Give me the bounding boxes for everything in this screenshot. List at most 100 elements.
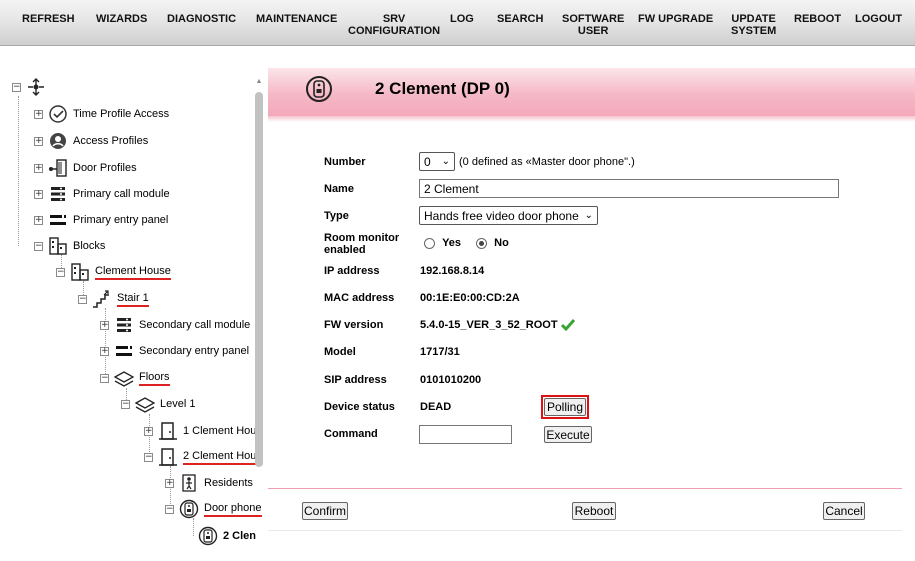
tree-item-door-profiles[interactable]: + Door Profiles xyxy=(34,158,137,178)
fw-value: 5.4.0-15_VER_3_52_ROOT xyxy=(420,319,558,331)
device-status-label: Device status xyxy=(324,401,395,413)
number-select[interactable]: 0 ⌄ xyxy=(419,152,455,171)
menu-wizards[interactable]: WIZARDS xyxy=(96,13,147,25)
tree-label: Clement House xyxy=(95,265,171,280)
tree-root[interactable]: − xyxy=(12,77,51,97)
expand-toggle-icon[interactable]: + xyxy=(165,478,174,488)
collapse-toggle-icon[interactable]: − xyxy=(34,241,43,251)
tree-scrollbar-thumb[interactable] xyxy=(255,92,263,467)
expand-toggle-icon[interactable]: + xyxy=(34,215,43,225)
reboot-button[interactable]: Reboot xyxy=(572,502,616,520)
tree-item-residents[interactable]: + Residents xyxy=(165,473,253,493)
execute-button[interactable]: Execute xyxy=(544,426,592,443)
tree-label: Floors xyxy=(139,371,170,386)
menu-update-line2: SYSTEM xyxy=(731,25,777,37)
menu-srv-configuration[interactable]: SRV CONFIGURATION xyxy=(348,13,440,37)
expand-toggle-icon[interactable]: + xyxy=(100,320,109,330)
fw-label: FW version xyxy=(324,319,384,331)
expand-toggle-icon[interactable]: + xyxy=(100,346,109,356)
number-label: Number xyxy=(324,156,366,168)
tree-item-access-profiles[interactable]: + Access Profiles xyxy=(34,131,148,151)
tree-label: 1 Clement Hous xyxy=(183,425,262,437)
radio-yes[interactable] xyxy=(424,237,435,249)
sip-label: SIP address xyxy=(324,374,387,386)
keypad-icon xyxy=(47,184,69,204)
menu-software-user[interactable]: SOFTWARE USER xyxy=(562,13,624,37)
command-input[interactable] xyxy=(419,425,512,444)
tree-item-primary-entry-panel[interactable]: + Primary entry panel xyxy=(34,210,168,230)
scroll-up-arrow-icon[interactable]: ▲ xyxy=(255,78,263,86)
tree-item-level[interactable]: − Level 1 xyxy=(121,394,195,414)
tree-label: Blocks xyxy=(73,240,106,252)
intercom-icon xyxy=(305,75,333,103)
expand-toggle-icon[interactable]: + xyxy=(34,189,43,199)
tree-item-clement-house[interactable]: − Clement House xyxy=(56,262,171,282)
expand-toggle-icon[interactable]: + xyxy=(34,163,43,173)
divider xyxy=(268,488,902,489)
menu-diagnostic[interactable]: DIAGNOSTIC xyxy=(167,13,236,25)
tree-item-blocks[interactable]: − Blocks xyxy=(34,236,105,256)
menu-maintenance[interactable]: MAINTENANCE xyxy=(256,13,337,25)
tree-item-clement-1[interactable]: + 1 Clement Hous xyxy=(144,421,262,441)
collapse-toggle-icon[interactable]: − xyxy=(144,452,153,462)
cancel-button[interactable]: Cancel xyxy=(823,502,865,520)
chevron-down-icon: ⌄ xyxy=(584,210,593,221)
menu-software-line2: USER xyxy=(577,25,609,37)
key-door-icon xyxy=(47,158,69,178)
collapse-toggle-icon[interactable]: − xyxy=(56,267,65,277)
tree-item-door-phone-selected[interactable]: 2 Clen xyxy=(197,526,256,546)
tree-item-clement-2[interactable]: − 2 Clement Hous xyxy=(144,447,262,467)
menu-search[interactable]: SEARCH xyxy=(497,13,543,25)
keypad-icon xyxy=(113,315,135,335)
menu-update-system[interactable]: UPDATE SYSTEM xyxy=(731,13,776,37)
confirm-button[interactable]: Confirm xyxy=(302,502,348,520)
type-select[interactable]: Hands free video door phone ⌄ xyxy=(419,206,598,225)
expand-toggle-icon[interactable]: + xyxy=(34,136,43,146)
menu-logout[interactable]: LOGOUT xyxy=(855,13,902,25)
tree-item-primary-call-module[interactable]: + Primary call module xyxy=(34,184,170,204)
menu-log[interactable]: LOG xyxy=(450,13,474,25)
panel-icon xyxy=(47,210,69,230)
tree-label: Primary call module xyxy=(73,188,170,200)
menu-software-line1: SOFTWARE xyxy=(562,13,625,25)
checkmark-icon xyxy=(560,319,575,334)
tree-label: 2 Clement Hous xyxy=(183,450,262,465)
tree-item-time-profile[interactable]: + Time Profile Access xyxy=(34,104,169,124)
radio-no[interactable] xyxy=(476,237,488,249)
layers-icon xyxy=(113,368,135,388)
mac-label: MAC address xyxy=(324,292,395,304)
clock-check-icon xyxy=(47,104,69,124)
menu-refresh[interactable]: REFRESH xyxy=(22,13,75,25)
name-field[interactable]: 2 Clement xyxy=(419,179,839,198)
tree-item-stair[interactable]: − Stair 1 xyxy=(78,289,149,309)
menu-srv-line2: CONFIGURATION xyxy=(348,25,441,37)
page-title: 2 Clement (DP 0) xyxy=(375,79,510,98)
expand-toggle-icon[interactable]: + xyxy=(144,426,153,436)
collapse-toggle-icon[interactable]: − xyxy=(121,399,130,409)
tree-label: Secondary call module xyxy=(139,319,251,331)
tree-item-secondary-entry-panel[interactable]: + Secondary entry panel xyxy=(100,341,249,361)
type-select-value: Hands free video door phone xyxy=(424,208,579,223)
sip-value: 0101010200 xyxy=(420,374,482,386)
model-label: Model xyxy=(324,346,356,358)
collapse-toggle-icon[interactable]: − xyxy=(78,294,87,304)
room-monitor-label: Room monitor enabled xyxy=(324,232,399,256)
polling-button[interactable]: Polling xyxy=(544,398,586,416)
tree-item-door-phone[interactable]: − Door phone xyxy=(165,499,262,519)
collapse-toggle-icon[interactable]: − xyxy=(12,82,21,92)
tree-item-secondary-call-module[interactable]: + Secondary call module xyxy=(100,315,250,335)
menu-fw-upgrade[interactable]: FW UPGRADE xyxy=(638,13,713,25)
fw-value-row: 5.4.0-15_VER_3_52_ROOT xyxy=(420,319,575,334)
menu-reboot[interactable]: REBOOT xyxy=(794,13,841,25)
collapse-toggle-icon[interactable]: − xyxy=(165,504,174,514)
collapse-toggle-icon[interactable]: − xyxy=(100,373,109,383)
tree-label: Access Profiles xyxy=(73,135,149,147)
tree-item-floors[interactable]: − Floors xyxy=(100,368,170,388)
type-label: Type xyxy=(324,210,349,222)
expand-toggle-icon[interactable]: + xyxy=(34,109,43,119)
divider xyxy=(268,530,902,531)
layers-icon xyxy=(134,394,156,414)
panel-icon xyxy=(113,341,135,361)
network-icon xyxy=(25,77,47,97)
ip-label: IP address xyxy=(324,265,380,277)
